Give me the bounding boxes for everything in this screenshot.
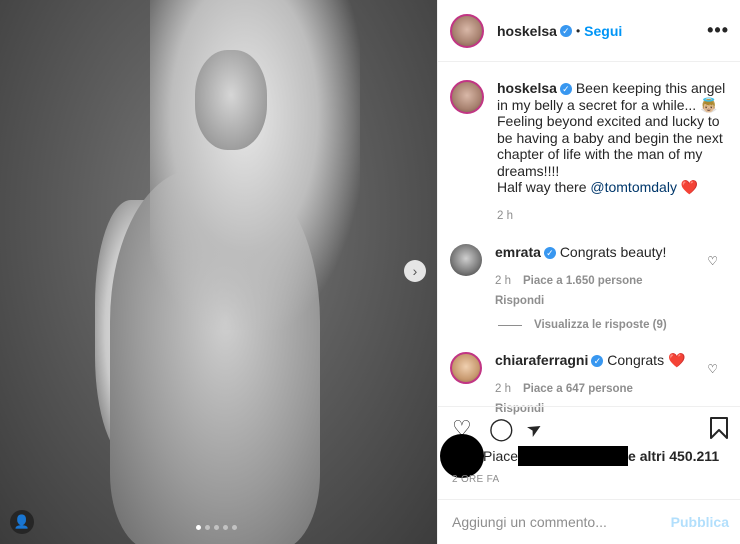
carousel-dot [205,525,210,530]
mention-link[interactable]: @tomtomdaly [590,179,677,195]
follow-button[interactable]: Segui [584,23,622,39]
carousel-dot [214,525,219,530]
comment-item: emrata ✓ Congrats beauty! 2 h Piace a 1.65… [450,244,666,310]
publish-button[interactable]: Pubblica [671,514,729,530]
replies-divider [498,324,522,326]
caption-line2: Half way there [497,179,591,195]
verified-badge-icon: ✓ [559,24,572,37]
verified-badge-icon: ✓ [591,355,604,368]
verified-badge-icon: ✓ [559,83,572,96]
comment-input[interactable] [452,514,671,530]
like-comment-icon[interactable]: ♡ [707,254,718,268]
post-photo[interactable]: › 👤 [0,0,437,544]
share-icon[interactable]: ➤ [522,415,547,443]
comment-time: 2 h [495,274,511,287]
photo-hair [150,0,360,330]
like-comment-icon[interactable]: ♡ [707,362,718,376]
commenter-avatar[interactable] [450,244,482,276]
likes-summary[interactable]: Piace e altri 450.211 [440,434,719,478]
likes-prefix: Piace [483,448,519,464]
liker-avatar [440,434,484,478]
add-comment-bar: Pubblica [438,499,740,544]
carousel-dot [232,525,237,530]
user-tag-icon[interactable]: 👤 [10,510,34,534]
verified-badge-icon: ✓ [543,247,556,260]
carousel-indicator [196,525,237,530]
carousel-dot [223,525,228,530]
heart-emoji: ❤️ [680,179,699,195]
author-avatar[interactable] [450,13,484,48]
post-header: hoskelsa ✓ • Segui ••• [438,0,740,62]
view-replies-label: Visualizza le risposte (9) [534,319,667,331]
comment-text: Congrats ❤️ [607,352,686,368]
likes-count[interactable]: e altri 450.211 [628,448,719,464]
caption: hoskelsa ✓ Been keeping this angel in my … [450,80,727,224]
post-timestamp: 2 ORE FA [452,474,500,485]
comment-likes[interactable]: Piace a 647 persone [523,383,633,395]
save-icon[interactable] [709,417,729,446]
next-photo-button[interactable]: › [404,260,426,282]
photo-face [195,50,267,150]
comment-likes[interactable]: Piace a 1.650 persone [523,275,643,287]
caption-avatar[interactable] [450,80,484,114]
carousel-dot [196,525,201,530]
action-bar: ♡ ◯ ➤ [438,406,740,444]
caption-time: 2 h [497,209,513,222]
more-options-icon[interactable]: ••• [707,20,729,41]
caption-username[interactable]: hoskelsa [497,80,557,96]
post-side-panel: hoskelsa ✓ • Segui ••• hoskelsa ✓ Been ke… [437,0,740,544]
separator-dot: • [575,23,581,38]
comment-icon[interactable]: ◯ [489,417,514,441]
reply-button[interactable]: Rispondi [495,293,666,310]
redacted-username [518,446,629,466]
comment-text: Congrats beauty! [559,244,667,260]
view-replies-button[interactable]: Visualizza le risposte (9) [498,319,667,331]
commenter-avatar[interactable] [450,352,482,384]
commenter-username[interactable]: chiaraferragni [495,352,588,368]
commenter-username[interactable]: emrata [495,244,541,260]
comment-time: 2 h [495,382,511,395]
author-username[interactable]: hoskelsa [497,23,557,39]
